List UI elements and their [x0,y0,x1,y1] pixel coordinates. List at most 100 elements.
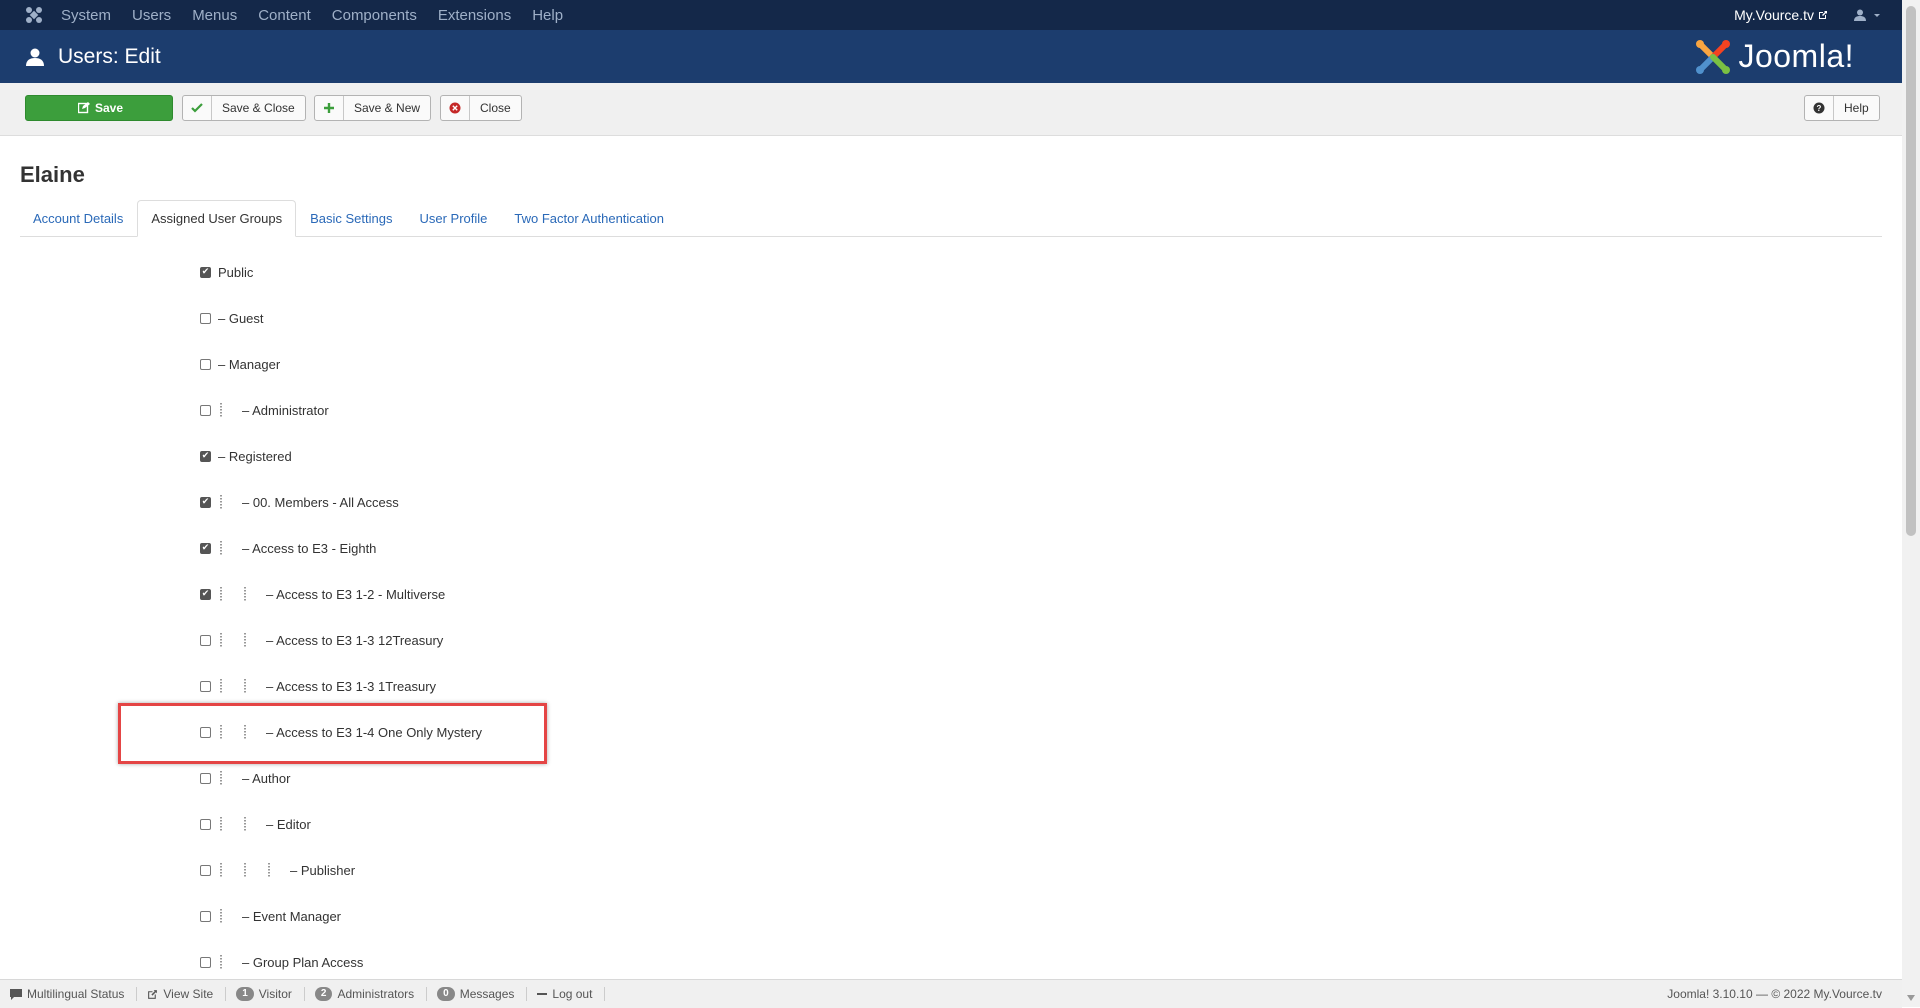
group-label[interactable]: – Registered [218,449,292,464]
joomla-logo-icon [1696,39,1731,74]
close-button[interactable]: Close [440,95,522,121]
group-label[interactable]: – Publisher [290,863,355,878]
user-icon [1854,9,1866,21]
site-link[interactable]: My.Vource.tv [1734,7,1828,23]
user-group-row[interactable]: – Guest [200,308,264,328]
view-site-link[interactable]: View Site [137,987,227,1001]
group-checkbox[interactable] [200,818,211,830]
tree-indent-spacer [218,402,242,418]
tree-indent-spacer [218,862,242,878]
user-group-row[interactable]: – 00. Members - All Access [200,492,399,512]
menu-extensions[interactable]: Extensions [438,7,511,24]
menu-menus[interactable]: Menus [192,7,237,24]
help-button[interactable]: ? Help [1804,95,1880,121]
save-button[interactable]: Save [25,95,173,121]
tree-indent-spacer [242,862,266,878]
group-checkbox[interactable] [200,266,211,278]
tree-indent-spacer [218,678,242,694]
joomla-menu-icon[interactable] [22,3,46,27]
user-group-row[interactable]: – Event Manager [200,906,341,926]
messages-link[interactable]: 0 Messages [427,987,528,1001]
group-label[interactable]: Public [218,265,253,280]
group-checkbox[interactable] [200,864,211,876]
save-new-button[interactable]: Save & New [314,95,432,121]
group-checkbox[interactable] [200,956,211,968]
user-group-row[interactable]: – Manager [200,354,280,374]
scrollbar-thumb[interactable] [1906,6,1916,536]
user-group-row[interactable]: – Access to E3 - Eighth [200,538,376,558]
visitors-link[interactable]: 1 Visitor [226,987,305,1001]
group-checkbox[interactable] [200,312,211,324]
user-group-row[interactable]: – Author [200,768,290,788]
edit-icon [75,96,93,120]
logout-label: Log out [552,987,593,1001]
group-label[interactable]: – Event Manager [242,909,341,924]
logout-link[interactable]: Log out [527,987,606,1001]
user-group-row[interactable]: – Access to E3 1-3 1Treasury [200,676,436,696]
menu-system[interactable]: System [61,7,111,24]
minus-icon [537,993,548,995]
tree-indent-spacer [242,816,266,832]
messages-count-badge: 0 [437,987,455,1001]
menu-components[interactable]: Components [332,7,417,24]
group-label[interactable]: – Access to E3 1-2 - Multiverse [266,587,445,602]
group-label[interactable]: – Administrator [242,403,329,418]
user-group-row[interactable]: – Registered [200,446,292,466]
tab-basic-settings[interactable]: Basic Settings [297,201,405,236]
user-group-row[interactable]: – Access to E3 1-2 - Multiverse [200,584,445,604]
group-checkbox[interactable] [200,680,211,692]
group-label[interactable]: – 00. Members - All Access [242,495,399,510]
group-label[interactable]: – Access to E3 1-3 1Treasury [266,679,436,694]
tree-indent-spacer [218,816,242,832]
group-label[interactable]: – Access to E3 1-3 12Treasury [266,633,443,648]
group-checkbox[interactable] [200,358,211,370]
group-checkbox[interactable] [200,588,211,600]
user-group-row[interactable]: – Group Plan Access [200,952,363,972]
group-checkbox[interactable] [200,496,211,508]
user-group-row[interactable]: – Access to E3 1-3 12Treasury [200,630,443,650]
group-checkbox[interactable] [200,772,211,784]
group-checkbox[interactable] [200,910,211,922]
group-checkbox[interactable] [200,404,211,416]
page-title: Users: Edit [58,44,161,68]
scroll-down-arrow[interactable] [1907,995,1915,1001]
svg-text:?: ? [1817,104,1822,113]
group-checkbox[interactable] [200,634,211,646]
tree-indent-spacer [242,632,266,648]
joomla-logo: Joomla! [1694,38,1854,76]
page-scrollbar[interactable] [1902,0,1920,1007]
group-checkbox[interactable] [200,542,211,554]
group-checkbox[interactable] [200,450,211,462]
tab-user-profile[interactable]: User Profile [406,201,500,236]
plus-icon [315,96,344,120]
tab-two-factor-authentication[interactable]: Two Factor Authentication [501,201,677,236]
menu-content[interactable]: Content [258,7,311,24]
user-group-row[interactable]: – Publisher [200,860,355,880]
brand-text: Joomla! [1738,38,1854,74]
administrators-link[interactable]: 2 Administrators [305,987,428,1001]
group-label[interactable]: – Access to E3 - Eighth [242,541,376,556]
group-label[interactable]: – Guest [218,311,264,326]
multilingual-status-link[interactable]: Multilingual Status [0,987,138,1001]
tree-indent-spacer [242,678,266,694]
save-close-button[interactable]: Save & Close [182,95,306,121]
external-link-icon [1819,11,1827,19]
menu-users[interactable]: Users [132,7,171,24]
toolbar: Save Save & Close Save & New Close ? Hel… [0,83,1902,136]
close-circle-icon [441,96,470,120]
user-group-row[interactable]: – Administrator [200,400,329,420]
group-label[interactable]: – Editor [266,817,311,832]
view-site-label: View Site [163,987,214,1001]
tab-assigned-user-groups[interactable]: Assigned User Groups [137,200,297,237]
visitor-label: Visitor [258,987,292,1001]
menu-help[interactable]: Help [532,7,563,24]
group-label[interactable]: – Manager [218,357,280,372]
group-label[interactable]: – Group Plan Access [242,955,363,970]
user-group-row[interactable]: – Editor [200,814,311,834]
top-navbar: System Users Menus Content Components Ex… [0,0,1902,30]
tree-indent-spacer [218,954,242,970]
user-menu[interactable] [1854,9,1882,21]
user-group-row[interactable]: Public [200,262,253,282]
group-label[interactable]: – Author [242,771,290,786]
tab-account-details[interactable]: Account Details [20,201,136,236]
